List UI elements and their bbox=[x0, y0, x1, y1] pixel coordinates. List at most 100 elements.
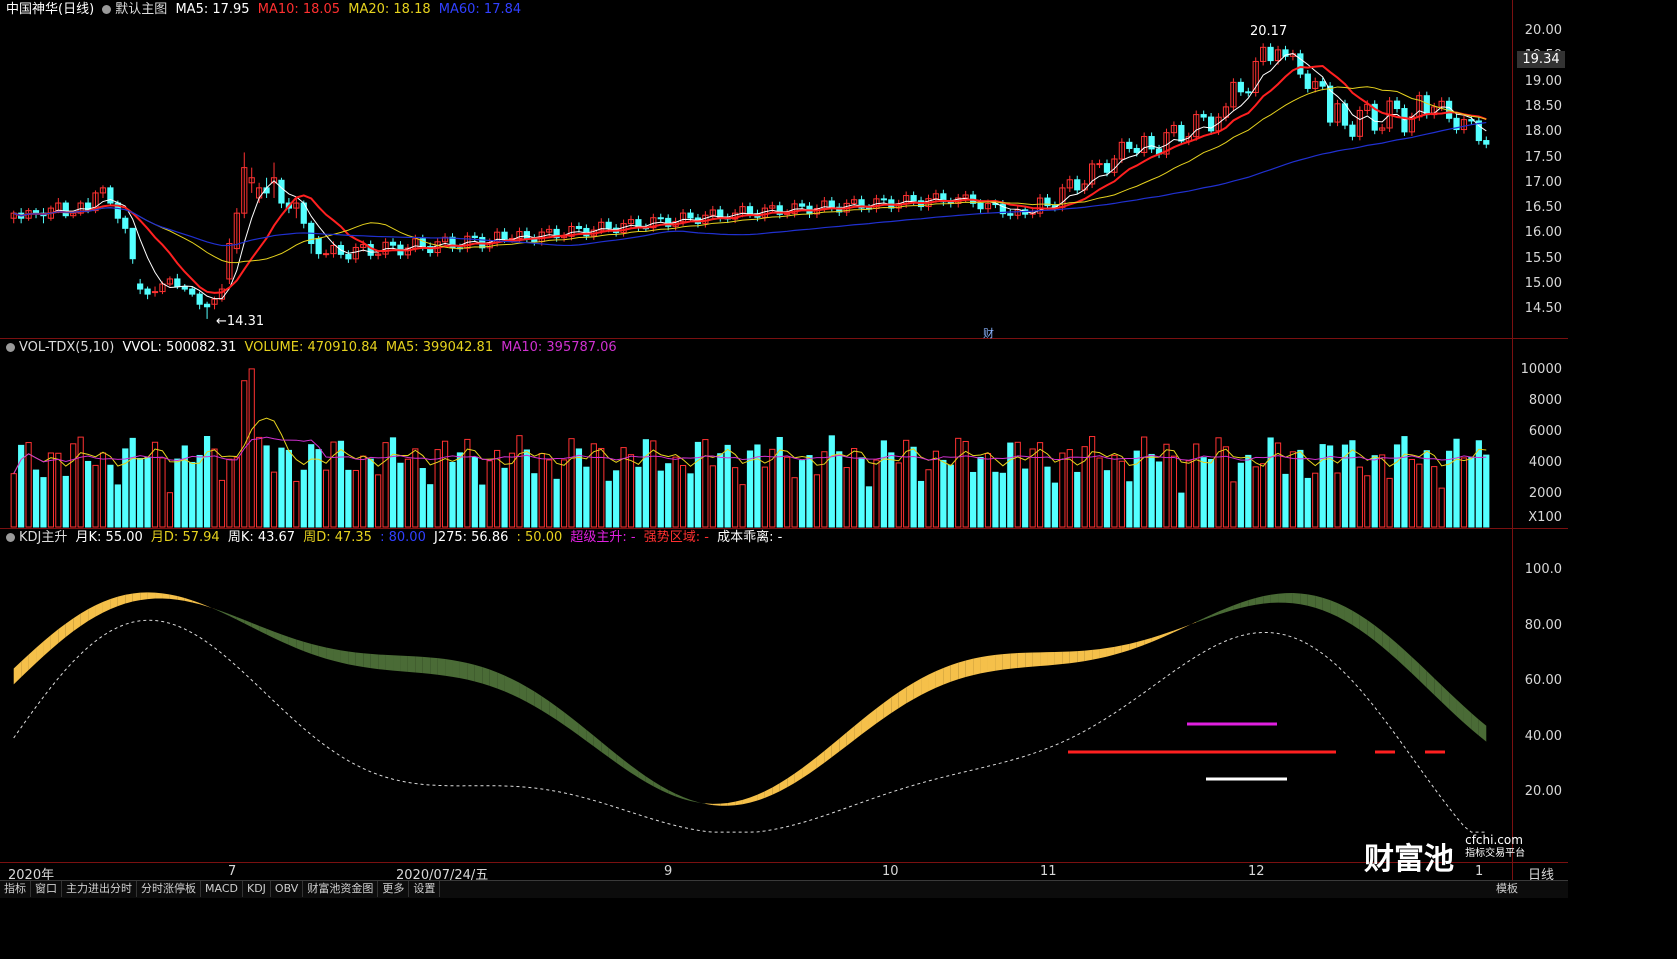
kdj-band bbox=[296, 639, 304, 652]
kdj-band bbox=[958, 660, 966, 680]
volume-bar bbox=[256, 436, 263, 528]
tab-limit-board[interactable]: 分时涨停板 bbox=[137, 881, 201, 897]
volume-bar bbox=[1111, 454, 1118, 528]
kdj-band bbox=[125, 593, 133, 604]
candle-body bbox=[122, 217, 129, 229]
candle-body bbox=[523, 231, 530, 239]
volume-bar bbox=[1096, 457, 1103, 528]
candle-body bbox=[910, 195, 917, 202]
tab-main-flow[interactable]: 主力进出分时 bbox=[62, 881, 137, 897]
kdj-band bbox=[839, 732, 847, 752]
kdj-band bbox=[147, 592, 156, 600]
watermark-site: cfchi.com bbox=[1465, 833, 1523, 847]
kdj-band bbox=[340, 650, 349, 665]
kdj-band bbox=[1181, 625, 1189, 629]
finance-marker[interactable]: 财 bbox=[983, 325, 994, 341]
tab-obv[interactable]: OBV bbox=[271, 881, 304, 897]
low-price-label: ←14.31 bbox=[216, 314, 265, 329]
kdj-band bbox=[683, 797, 691, 801]
kdj-band bbox=[757, 791, 765, 801]
volume-bar bbox=[746, 450, 754, 528]
kdj-band bbox=[980, 655, 988, 674]
kdj-band bbox=[207, 605, 215, 610]
kdj-band bbox=[140, 592, 148, 601]
volume-bar bbox=[241, 380, 248, 528]
chart-canvas[interactable] bbox=[0, 0, 1512, 880]
kdj-band bbox=[393, 655, 401, 672]
kdj-band bbox=[1084, 649, 1093, 662]
kdj-band bbox=[370, 653, 379, 670]
kdj-band bbox=[489, 669, 498, 689]
axis-tick: 17.50 bbox=[1524, 149, 1562, 165]
volume-bar bbox=[650, 440, 657, 528]
kdj-band bbox=[1017, 652, 1026, 668]
volume-bar bbox=[888, 452, 895, 528]
candle-body bbox=[1074, 179, 1081, 191]
kdj-band bbox=[794, 768, 803, 783]
volume-bar bbox=[769, 448, 776, 528]
axis-tick: 18.50 bbox=[1524, 98, 1562, 114]
volume-bar bbox=[501, 467, 508, 528]
kdj-band bbox=[1010, 653, 1018, 669]
volume-bar bbox=[270, 471, 278, 528]
volume-bar bbox=[962, 440, 969, 528]
volume-bar bbox=[47, 452, 55, 528]
volume-bar bbox=[203, 436, 211, 528]
volume-bar bbox=[717, 453, 724, 528]
tab-fund-chart[interactable]: 财富池资金图 bbox=[303, 881, 379, 897]
volume-bar bbox=[1155, 461, 1163, 528]
volume-bar bbox=[1103, 470, 1111, 528]
volume-bar bbox=[1200, 457, 1207, 528]
volume-bar bbox=[560, 459, 568, 528]
kdj-band bbox=[415, 656, 423, 674]
volume-bar bbox=[1282, 473, 1289, 528]
volume-bar bbox=[761, 466, 768, 528]
axis-tick: 40.00 bbox=[1524, 728, 1562, 744]
kdj-band bbox=[1196, 618, 1204, 623]
candle-body bbox=[137, 283, 144, 290]
volume-bar bbox=[40, 477, 47, 528]
volume-bar bbox=[1170, 455, 1178, 528]
volume-bar bbox=[55, 452, 62, 528]
volume-bar bbox=[605, 480, 612, 528]
tab-kdj[interactable]: KDJ bbox=[243, 881, 271, 897]
tab-macd[interactable]: MACD bbox=[201, 881, 243, 897]
template-button[interactable]: 模板 bbox=[1492, 881, 1522, 897]
kdj-band bbox=[452, 660, 460, 679]
volume-bar bbox=[1185, 460, 1192, 528]
volume-bar bbox=[940, 459, 947, 528]
tab-indicator[interactable]: 指标 bbox=[0, 881, 31, 897]
kdj-band bbox=[236, 616, 245, 624]
kdj-band bbox=[1225, 605, 1234, 613]
kdj-band bbox=[824, 744, 832, 763]
kdj-band bbox=[169, 594, 178, 600]
kdj-band bbox=[110, 596, 118, 610]
candle-body bbox=[657, 217, 664, 220]
kdj-band bbox=[1255, 596, 1264, 605]
kdj-band bbox=[132, 592, 141, 602]
volume-bar bbox=[479, 484, 486, 528]
candle-body bbox=[1483, 140, 1490, 145]
volume-bar bbox=[992, 471, 999, 528]
kdj-band bbox=[1054, 651, 1063, 665]
volume-bar bbox=[851, 448, 858, 528]
kdj-band bbox=[1047, 652, 1055, 666]
kdj-band bbox=[318, 645, 327, 659]
kdj-band bbox=[311, 643, 319, 657]
volume-bar bbox=[427, 484, 434, 528]
axis-divider bbox=[1512, 0, 1513, 880]
kdj-layer bbox=[13, 592, 1487, 833]
kdj-band bbox=[266, 628, 275, 639]
tab-settings[interactable]: 设置 bbox=[409, 881, 441, 897]
volume-bar bbox=[739, 484, 746, 528]
candle-body bbox=[196, 293, 203, 305]
axis-tick: 80.00 bbox=[1524, 617, 1562, 633]
volume-bar bbox=[441, 440, 449, 528]
kdj-band bbox=[251, 622, 260, 631]
volume-bar bbox=[1014, 441, 1021, 528]
ma10-line bbox=[13, 64, 1487, 294]
kdj-band bbox=[177, 596, 185, 601]
tab-window[interactable]: 窗口 bbox=[31, 881, 62, 897]
tab-more[interactable]: 更多 bbox=[378, 881, 410, 897]
kdj-band bbox=[28, 647, 37, 670]
